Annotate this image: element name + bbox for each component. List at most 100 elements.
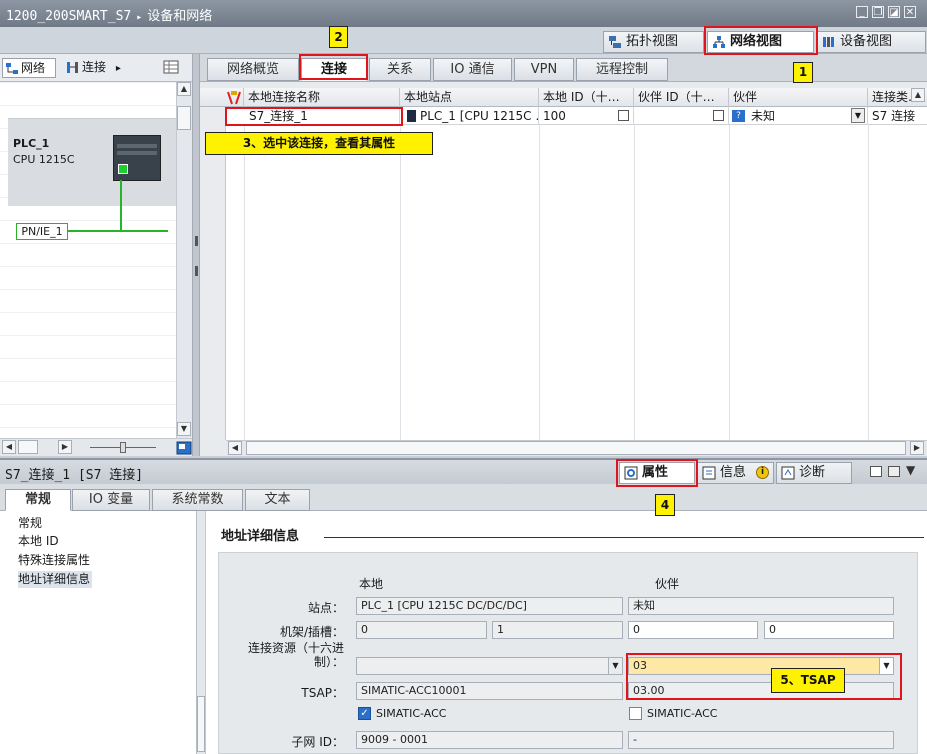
minimize-button[interactable]: _ — [856, 6, 868, 18]
scroll-down-icon[interactable]: ▼ — [177, 422, 191, 436]
column-local-label: 本地 — [359, 577, 384, 591]
float-window-icon[interactable] — [870, 466, 882, 477]
overview-icon[interactable] — [176, 441, 192, 455]
subnet-label[interactable]: PN/IE_1 — [16, 223, 68, 240]
subtab-system-constants[interactable]: 系统常数 — [152, 489, 243, 511]
partner-tsap-field[interactable]: 03.00 — [628, 682, 894, 700]
scroll-thumb[interactable] — [18, 440, 38, 454]
id-picker-icon[interactable] — [618, 110, 629, 121]
station-icon — [407, 110, 416, 122]
scroll-up-icon[interactable]: ▲ — [177, 82, 191, 96]
tab-io-communication[interactable]: IO 通信 — [433, 58, 512, 81]
scroll-left-icon[interactable]: ◀ — [228, 441, 242, 455]
scroll-up-icon[interactable]: ▲ — [911, 88, 925, 102]
nav-item-special-properties[interactable]: 特殊连接属性 — [18, 552, 90, 569]
column-local-id[interactable]: 本地 ID（十… — [539, 88, 634, 107]
scroll-right-icon[interactable]: ▶ — [910, 441, 924, 455]
tab-connections[interactable]: 连接 — [301, 58, 367, 81]
column-divider — [244, 125, 245, 440]
properties-content: 地址详细信息 本地 伙伴 站点： PLC_1 [CPU 1215C DC/DC/… — [206, 511, 927, 754]
inspector-title-bar: S7_连接_1 [S7 连接] 属性 信息 i 诊断 ▼ — [0, 458, 927, 484]
scroll-thumb[interactable] — [246, 441, 906, 455]
connection-icon — [67, 62, 78, 73]
section-title: 地址详细信息 — [221, 529, 300, 544]
step-1-badge: 1 — [793, 62, 813, 83]
connection-resource-label: 连接资源（十六进 制）： — [229, 641, 344, 669]
float-button[interactable]: ◪ — [888, 6, 900, 18]
table-horizontal-scrollbar[interactable]: ◀ ▶ — [226, 440, 927, 456]
step-5-callout: 5、TSAP — [771, 668, 845, 693]
network-data-editor: 网络概览 连接 关系 IO 通信 VPN 远程控制 本地连接名称 本地站点 本地… — [200, 54, 927, 456]
tab-remote-control[interactable]: 远程控制 — [576, 58, 668, 81]
local-station-field: PLC_1 [CPU 1215C DC/DC/DC] — [356, 597, 623, 615]
subtab-general[interactable]: 常规 — [5, 489, 71, 511]
cell-local-id[interactable]: 100 — [539, 107, 634, 125]
id-picker-icon[interactable] — [713, 110, 724, 121]
row-header[interactable] — [200, 107, 226, 125]
tab-network-view[interactable]: 网络视图 — [707, 31, 814, 53]
tab-topology-view[interactable]: 拓扑视图 — [603, 31, 704, 53]
collapse-right-icon[interactable] — [195, 266, 198, 276]
tab-info[interactable]: 信息 i — [697, 462, 774, 484]
network-link-line — [120, 180, 122, 232]
partner-resource-select[interactable]: 03 ▼ — [628, 657, 894, 675]
column-partner-id[interactable]: 伙伴 ID（十… — [634, 88, 729, 107]
column-local-name[interactable]: 本地连接名称 — [244, 88, 400, 107]
network-mode-button[interactable]: 网络 — [2, 58, 56, 78]
panel-splitter[interactable] — [192, 54, 200, 456]
table-vertical-scrollbar[interactable]: ▲ — [909, 88, 927, 103]
subtab-io-tags[interactable]: IO 变量 — [72, 489, 150, 511]
tab-vpn[interactable]: VPN — [514, 58, 574, 81]
subtab-texts[interactable]: 文本 — [245, 489, 310, 511]
maximize-icon[interactable] — [888, 466, 900, 477]
inspector-title: S7_连接_1 [S7 连接] — [5, 468, 144, 483]
nav-item-local-id[interactable]: 本地 ID — [18, 533, 59, 550]
tab-device-view[interactable]: 设备视图 — [817, 31, 926, 53]
cell-connection-type[interactable]: S7 连接 — [868, 107, 927, 125]
column-partner[interactable]: 伙伴 — [729, 88, 868, 107]
scroll-thumb[interactable] — [197, 696, 205, 752]
connection-filter-icon[interactable] — [226, 90, 242, 105]
restore-button[interactable]: ❐ — [872, 6, 884, 18]
partner-slot-field[interactable]: 0 — [764, 621, 894, 639]
breadcrumb-separator: ▸ — [136, 12, 143, 23]
collapse-left-icon[interactable] — [195, 236, 198, 246]
scroll-thumb[interactable] — [177, 106, 191, 130]
column-partner-label: 伙伴 — [655, 577, 680, 591]
network-canvas[interactable]: PLC_1 CPU 1215C PN/IE_1 — [0, 82, 176, 438]
partner-simatic-acc-checkbox[interactable] — [629, 707, 642, 720]
tab-relations[interactable]: 关系 — [369, 58, 431, 81]
cell-partner[interactable]: ? 未知 ▼ — [729, 107, 868, 125]
zoom-slider-handle[interactable] — [120, 442, 126, 453]
filter-column-header[interactable] — [200, 88, 244, 107]
close-button[interactable]: ✕ — [904, 6, 916, 18]
connection-resource-label-line1: 连接资源（十六进 — [247, 641, 344, 655]
cell-partner-id[interactable] — [634, 107, 729, 125]
connection-dropdown-icon[interactable]: ▸ — [116, 63, 121, 74]
chevron-down-icon[interactable]: ▼ — [851, 108, 865, 123]
cell-local-station[interactable]: PLC_1 [CPU 1215C … — [400, 107, 539, 125]
local-simatic-acc-checkbox[interactable]: ✓ — [358, 707, 371, 720]
plc-device[interactable]: PLC_1 CPU 1215C — [8, 118, 176, 206]
canvas-vertical-scrollbar[interactable]: ▲ ▼ — [176, 82, 192, 438]
table-toggle-icon[interactable] — [163, 60, 179, 74]
nav-scrollbar[interactable] — [197, 511, 206, 754]
nav-item-address-details[interactable]: 地址详细信息 — [18, 571, 93, 588]
station-label: 站点： — [307, 601, 344, 615]
cell-local-name[interactable]: S7_连接_1 — [244, 107, 400, 125]
chevron-down-icon[interactable]: ▼ — [879, 658, 893, 674]
tab-network-overview[interactable]: 网络概览 — [207, 58, 299, 81]
profinet-port-icon[interactable] — [118, 164, 128, 174]
nav-item-general[interactable]: 常规 — [18, 515, 42, 532]
canvas-horizontal-scrollbar[interactable]: ◀ ▶ — [0, 438, 196, 456]
subnet-line[interactable] — [68, 230, 168, 232]
scroll-left-icon[interactable]: ◀ — [2, 440, 16, 454]
table-row[interactable]: S7_连接_1 PLC_1 [CPU 1215C … 100 ? 未知 ▼ S7… — [200, 107, 927, 125]
tab-diagnostics[interactable]: 诊断 — [776, 462, 852, 484]
connection-mode-button[interactable]: 连接 ▸ — [64, 58, 130, 78]
scroll-right-icon[interactable]: ▶ — [58, 440, 72, 454]
partner-rack-field[interactable]: 0 — [628, 621, 758, 639]
tab-properties[interactable]: 属性 — [619, 462, 695, 484]
collapse-inspector-icon[interactable]: ▼ — [906, 463, 915, 477]
column-local-station[interactable]: 本地站点 — [400, 88, 539, 107]
